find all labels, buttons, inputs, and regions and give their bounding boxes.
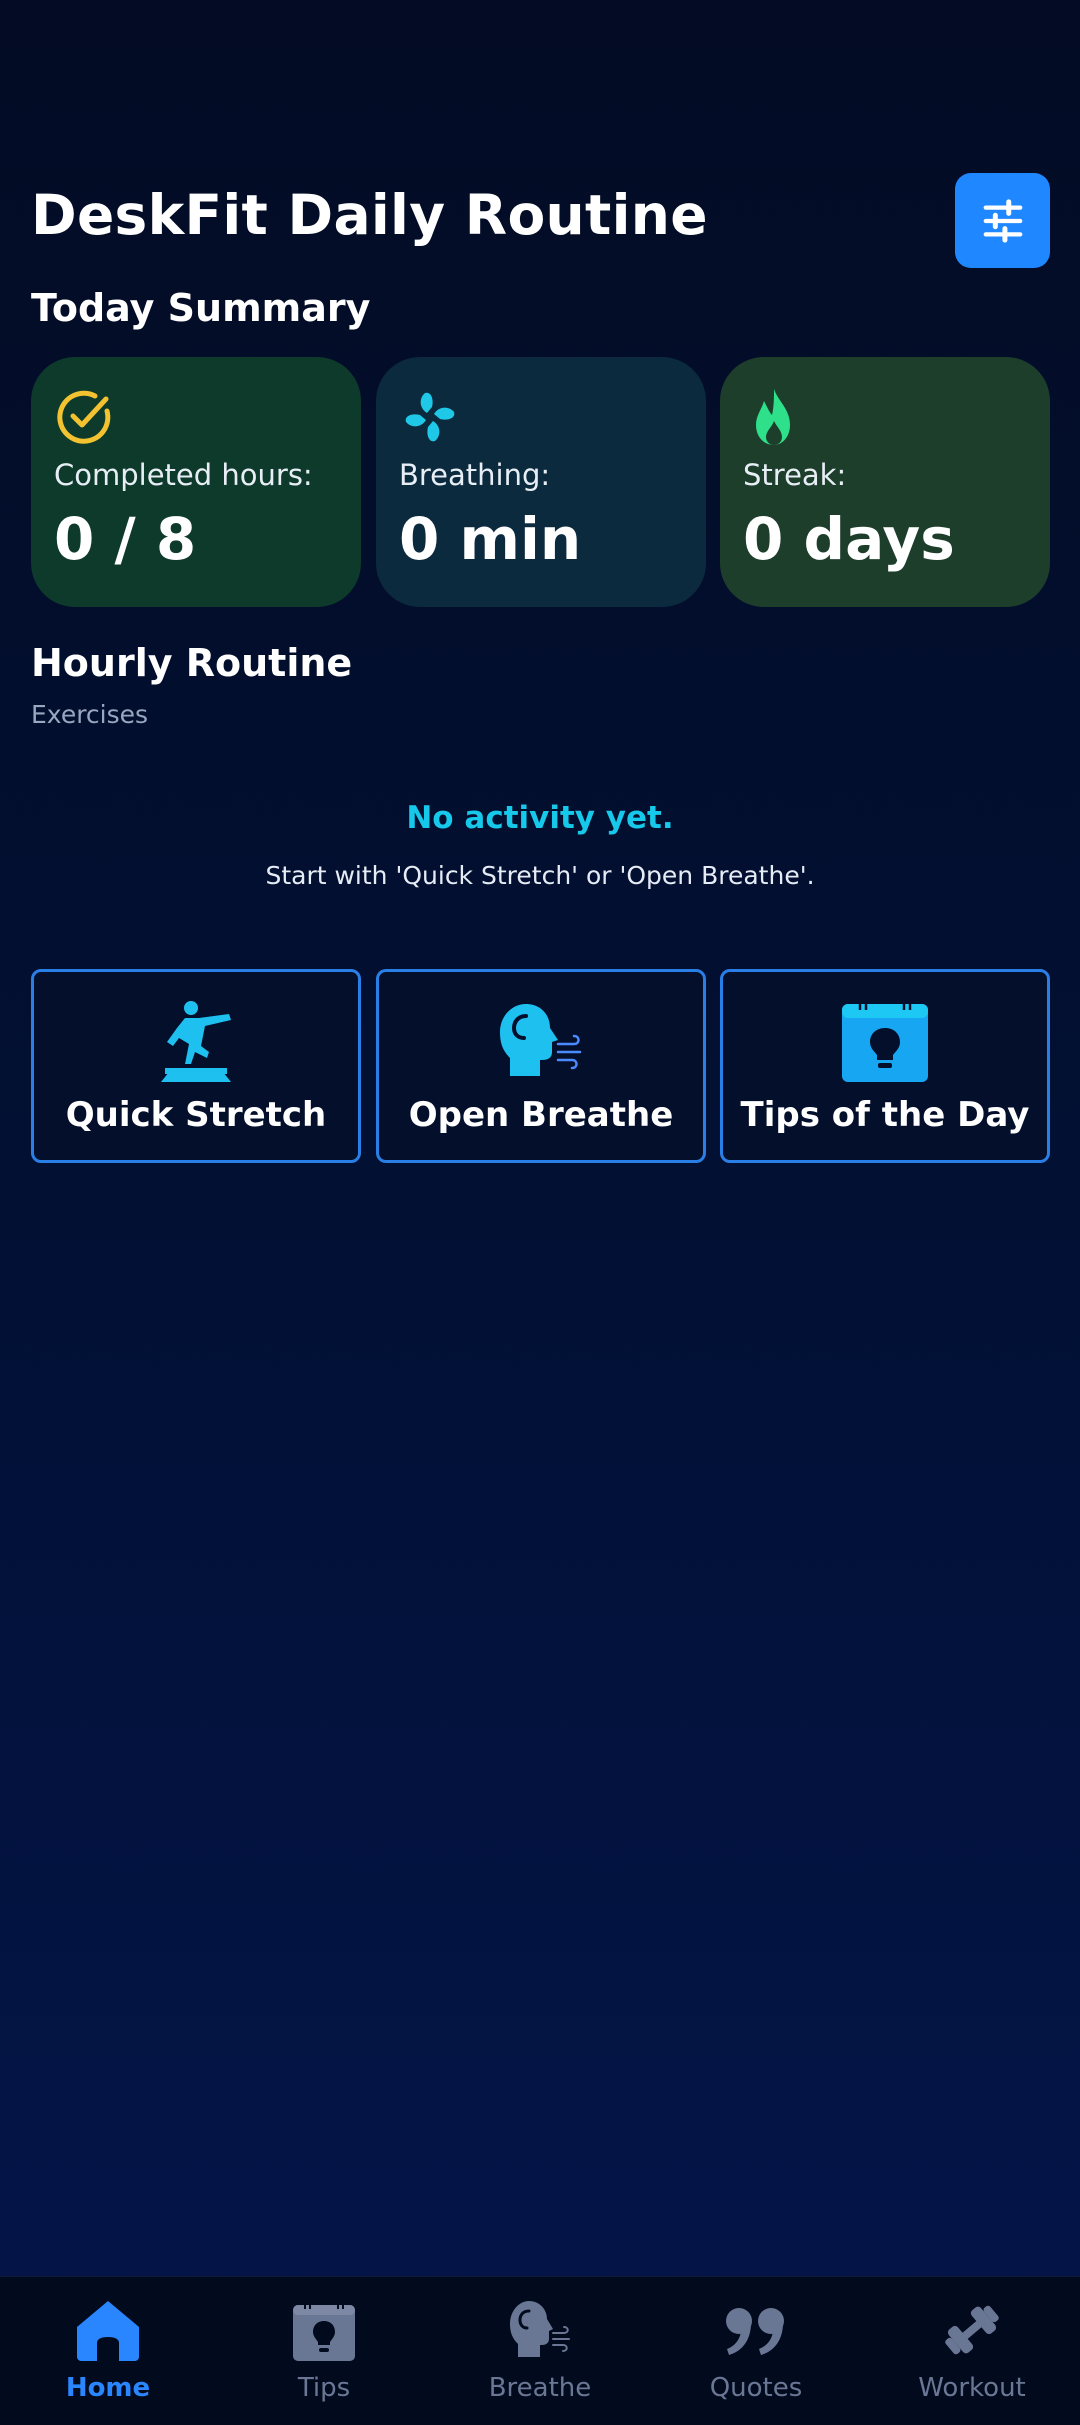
open-breathe-label: Open Breathe [408,1095,674,1135]
nav-label-quotes: Quotes [709,2373,803,2403]
dumbbell-icon [945,2305,999,2355]
sliders-icon [983,198,1022,243]
nav-label-workout: Workout [918,2373,1026,2403]
summary-card-completed-hours: Completed hours: 0 / 8 [31,357,361,607]
page-title: DeskFit Daily Routine [31,183,708,247]
routine-subtitle: Exercises [31,700,149,729]
completed-hours-label: Completed hours: [54,458,313,492]
routine-section-title: Hourly Routine [31,641,353,685]
summary-card-breathing: Breathing: 0 min [376,357,706,607]
tips-of-the-day-label: Tips of the Day [740,1095,1030,1135]
nav-label-home: Home [65,2373,151,2403]
empty-state-description: Start with 'Quick Stretch' or 'Open Brea… [265,861,815,890]
nav-item-tips[interactable]: Tips [216,2277,432,2425]
summary-section-title: Today Summary [31,286,371,330]
breathing-value: 0 min [399,505,582,573]
breathe-head-icon [500,1004,582,1076]
quick-stretch-label: Quick Stretch [65,1095,327,1135]
nav-item-breathe[interactable]: Breathe [432,2277,648,2425]
fan-icon [405,392,455,442]
home-icon [77,2301,139,2361]
breathing-label: Breathing: [399,458,551,492]
check-circle-icon [57,390,111,444]
quote-icon [726,2308,784,2355]
nav-label-breathe: Breathe [488,2373,592,2403]
breathe-head-icon [510,2301,570,2357]
open-breathe-button[interactable]: Open Breathe [376,969,706,1163]
filter-settings-button[interactable] [955,173,1050,268]
quick-stretch-button[interactable]: Quick Stretch [31,969,361,1163]
tips-of-the-day-button[interactable]: Tips of the Day [720,969,1050,1163]
nav-item-quotes[interactable]: Quotes [648,2277,864,2425]
empty-state-title: No activity yet. [406,800,674,836]
summary-card-streak: Streak: 0 days [720,357,1050,607]
stretch-icon [161,1001,231,1082]
completed-hours-value: 0 / 8 [54,505,197,573]
calendar-lightbulb-icon [293,2300,355,2361]
streak-value: 0 days [743,505,955,573]
streak-label: Streak: [743,458,847,492]
nav-item-workout[interactable]: Workout [864,2277,1080,2425]
bottom-navigation-bar: Home Tips Breathe Quotes Workout [0,2276,1080,2425]
calendar-lightbulb-icon [842,1000,928,1082]
nav-label-tips: Tips [297,2373,351,2403]
flame-icon [756,389,790,445]
nav-item-home[interactable]: Home [0,2277,216,2425]
